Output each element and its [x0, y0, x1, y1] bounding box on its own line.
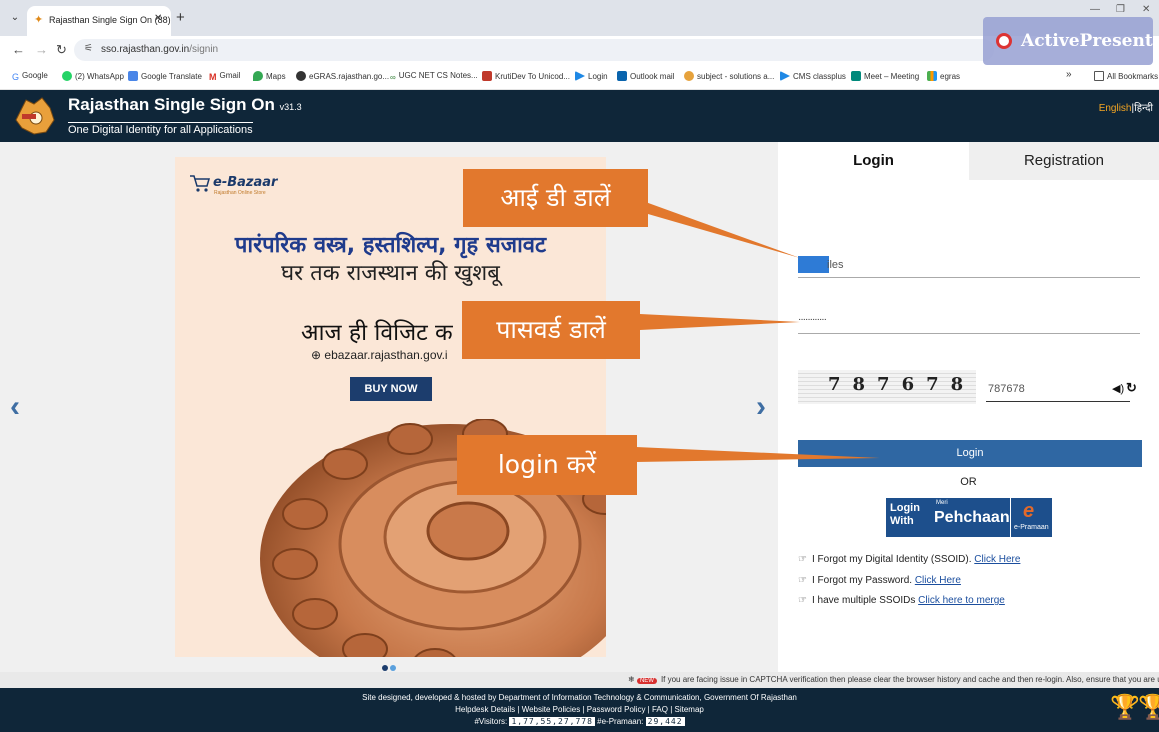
trophy-icon: 🏆 [1138, 694, 1159, 721]
site-header: Rajasthan Single Sign On v31.3 One Digit… [0, 90, 1159, 142]
pointing-hand-icon: ☞ [798, 595, 807, 606]
bookmark-translate[interactable]: Google Translate [128, 71, 202, 81]
carousel-next-icon[interactable]: › [756, 390, 766, 424]
rajasthan-logo-icon [15, 97, 55, 135]
footer-counters: #Visitors: 1,77,55,27,778 #e-Pramaan: 29… [474, 717, 685, 726]
cart-icon [190, 175, 210, 192]
merge-ssoid-link[interactable]: Click here to merge [918, 595, 1005, 606]
bookmark-gmail[interactable]: M Gmail [209, 71, 240, 82]
meri-pehchaan-button[interactable]: Login With Meri Pehchaan e e-Pramaan [886, 498, 1052, 537]
tab-registration[interactable]: Registration [969, 142, 1159, 180]
lang-english-link[interactable]: English [1099, 103, 1132, 114]
carousel-dot[interactable] [390, 665, 396, 671]
bookmark-krutidev[interactable]: KrutiDev To Unicod... [482, 71, 570, 81]
epramaan-icon: e [1023, 500, 1035, 522]
callout-enter-password: पासवर्ड डालें [462, 301, 640, 359]
language-switch: English|हिन्दी [1098, 103, 1153, 114]
tab-login[interactable]: Login [778, 142, 969, 180]
buy-now-button[interactable]: BUY NOW [350, 377, 432, 401]
globe-icon: ⊕ [311, 348, 322, 362]
site-subtitle: One Digital Identity for all Application… [68, 122, 253, 136]
new-badge: NEW [636, 678, 657, 684]
bookmark-outlook[interactable]: Outlook mail [617, 71, 674, 81]
captcha-audio-icon[interactable]: ◀) [1112, 382, 1124, 395]
bookmark-cms-classplus[interactable]: CMS classplus [780, 71, 846, 81]
tab-title: Rajasthan Single Sign On (88) [49, 15, 171, 25]
carousel-prev-icon[interactable]: ‹ [10, 390, 20, 424]
site-favicon-icon: ✦ [34, 14, 44, 26]
epramaan-counter: 29,442 [645, 717, 685, 726]
trophy-icon: 🏆 [1110, 694, 1140, 721]
reload-icon[interactable]: ↻ [56, 42, 67, 58]
carousel-dot-active[interactable] [382, 665, 388, 671]
bookmarks-bar: G Google (2) WhatsApp Google Translate MG… [0, 64, 1159, 90]
bookmark-egras[interactable]: eGRAS.rajasthan.go... [296, 71, 389, 81]
banner-subheading: घर तक राजस्थान की खुशबू [281, 261, 500, 286]
bookmark-maps[interactable]: Maps [253, 71, 286, 81]
merge-ssoid-row: ☞ I have multiple SSOIDs Click here to me… [798, 595, 1005, 606]
captcha-refresh-icon[interactable]: ↻ [1126, 380, 1137, 396]
ebazaar-banner[interactable]: e-Bazaar Rajasthan Online Store पारंपरिक… [175, 157, 606, 657]
more-bookmarks-icon[interactable]: » [1066, 69, 1072, 80]
tab-search-icon[interactable]: ⌄ [8, 12, 22, 26]
url-text: sso.rajasthan.gov.in/signin [101, 44, 219, 55]
new-tab-icon[interactable]: + [176, 9, 185, 26]
callout-enter-id: आई डी डालें [463, 169, 648, 227]
tab-close-icon[interactable]: ✕ [154, 13, 162, 24]
site-footer: Site designed, developed & hosted by Dep… [0, 688, 1159, 732]
snowflake-icon: ❄ [628, 675, 635, 684]
captcha-input[interactable]: 787678 [986, 378, 1130, 402]
all-bookmarks-folder[interactable]: All Bookmarks [1094, 71, 1158, 81]
ticker-message: ❄ NEW If you are facing issue in CAPTCHA … [628, 675, 1159, 684]
back-icon[interactable]: ← [12, 42, 25, 57]
text-selection [798, 256, 829, 273]
activepresenter-logo-icon [996, 33, 1012, 49]
news-ticker: ❄ NEW If you are facing issue in CAPTCHA … [0, 672, 1159, 688]
ssoid-input[interactable]: iles [798, 252, 1140, 278]
banner-heading: पारंपरिक वस्त्र, हस्तशिल्प, गृह सजावट [234, 233, 547, 258]
pointing-hand-icon: ☞ [798, 554, 807, 565]
forgot-ssoid-link[interactable]: Click Here [974, 554, 1020, 565]
forgot-password-link[interactable]: Click Here [915, 575, 961, 586]
epramaan-logo: e e-Pramaan [1010, 498, 1052, 537]
forgot-ssoid-row: ☞ I Forgot my Digital Identity (SSOID). C… [798, 554, 1021, 565]
bookmark-subject-solutions[interactable]: subject - solutions a... [684, 71, 774, 81]
maximize-icon[interactable]: ❐ [1116, 4, 1125, 15]
visitor-counter: 1,77,55,27,778 [509, 717, 595, 726]
bookmark-ugc-net[interactable]: ∞ UGC NET CS Notes... [390, 71, 478, 83]
bookmark-whatsapp[interactable]: (2) WhatsApp [62, 71, 124, 81]
banner-url: ⊕ ebazaar.rajasthan.gov.i [311, 348, 448, 362]
or-divider: OR [960, 476, 977, 488]
banner-visit-text: आज ही विजिट क [301, 320, 453, 346]
ebazaar-logo: e-Bazaar Rajasthan Online Store [189, 173, 277, 198]
login-button[interactable]: Login [798, 440, 1142, 467]
address-bar[interactable]: ⚟ sso.rajasthan.gov.in/signin [74, 39, 994, 61]
site-title: Rajasthan Single Sign On v31.3 [68, 95, 302, 114]
login-panel: Login Registration iles ············ 787… [778, 142, 1159, 672]
captcha-image: 787678 [798, 370, 976, 404]
footer-links[interactable]: Helpdesk Details | Website Policies | Pa… [0, 705, 1159, 714]
forward-icon[interactable]: → [35, 42, 48, 57]
footer-credits: Site designed, developed & hosted by Dep… [362, 693, 797, 702]
site-settings-icon[interactable]: ⚟ [84, 43, 93, 54]
pointing-hand-icon: ☞ [798, 575, 807, 586]
banner-carousel: ‹ › e-Bazaar Rajasthan Online Store पारं… [0, 142, 778, 672]
bookmark-meet[interactable]: Meet – Meeting [851, 71, 919, 81]
bookmark-egras-2[interactable]: egras [927, 71, 960, 81]
forgot-password-row: ☞ I Forgot my Password. Click Here [798, 575, 961, 586]
activepresenter-watermark: ActivePresenter [983, 17, 1159, 65]
bookmark-login[interactable]: Login [575, 71, 608, 81]
password-input[interactable]: ············ [798, 308, 1140, 334]
lang-hindi-link[interactable]: हिन्दी [1134, 103, 1153, 114]
bookmark-google[interactable]: G Google [12, 71, 48, 82]
minimize-icon[interactable]: — [1090, 4, 1100, 15]
browser-tab[interactable]: ✦ Rajasthan Single Sign On (88) ✕ [27, 6, 171, 36]
window-close-icon[interactable]: ✕ [1142, 4, 1150, 15]
callout-click-login: login करें [457, 435, 637, 495]
